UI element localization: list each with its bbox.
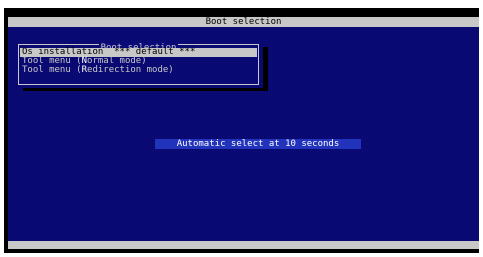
- window-title: Boot selection: [205, 17, 282, 27]
- boot-menu: Boot selection Os installation *** defau…: [16, 40, 263, 88]
- title-bar: Boot selection: [8, 17, 479, 27]
- status-bar: [8, 241, 479, 249]
- menu-item-tool-redirection[interactable]: Tool menu (Redirection mode): [20, 66, 257, 75]
- menu-item-label: edirection mode): [87, 65, 174, 75]
- auto-select-message: Automatic select at 10 seconds: [155, 139, 361, 149]
- menu-items: Os installation *** default *** Tool men…: [20, 48, 257, 75]
- screen: Boot selection Boot selection Os install…: [0, 0, 483, 257]
- menu-item-prefix: Tool menu (: [22, 65, 82, 75]
